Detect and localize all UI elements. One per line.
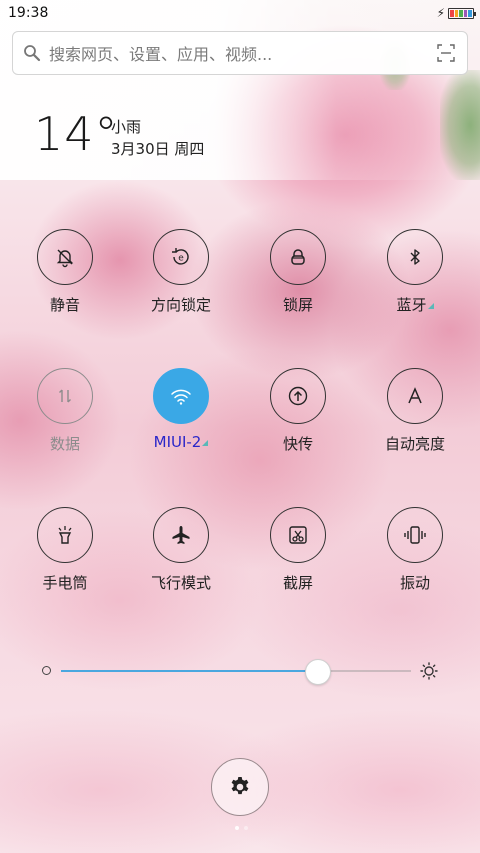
toggle-mute[interactable]: 静音 [15,229,115,315]
search-icon [24,45,41,62]
airplane-icon [153,507,209,563]
toggle-screenshot[interactable]: 截屏 [248,507,348,593]
toggle-label: 锁屏 [282,296,313,314]
battery-icon [448,7,476,19]
bluetooth-icon [387,229,443,285]
svg-text:e: e [178,254,184,264]
toggle-airplane-mode[interactable]: 飞行模式 [131,507,231,593]
data-arrows-icon [37,368,93,424]
page-dot-active [235,826,239,830]
toggle-label: 快传 [282,435,313,453]
weather-condition: 小雨 [111,118,142,136]
lock-icon [270,229,326,285]
brightness-low-icon [42,666,51,675]
vibrate-icon [387,507,443,563]
brightness-high-icon [420,662,438,680]
toggle-label: 蓝牙 [365,294,465,315]
brightness-slider-handle[interactable] [304,659,331,685]
toggle-vibrate[interactable]: 振动 [365,507,465,593]
brightness-slider[interactable] [61,659,411,685]
toggle-label: 振动 [399,574,430,592]
scan-icon[interactable] [437,44,455,62]
flashlight-icon [37,507,93,563]
status-icons: ⚡ [436,6,476,20]
more-triangle-icon [427,303,434,309]
toggle-wifi[interactable]: MIUI-2 [131,368,231,451]
toggle-label: 静音 [49,296,80,314]
toggle-auto-brightness[interactable]: 自动亮度 [365,368,465,454]
bell-off-icon [37,229,93,285]
settings-button[interactable] [211,758,269,816]
page-indicator [235,826,248,830]
toggle-label: 数据 [49,435,80,453]
search-bar[interactable]: 搜索网页、设置、应用、视频... [12,31,468,75]
toggle-rotation-lock[interactable]: e 方向锁定 [131,229,231,315]
brightness-slider-fill [61,670,317,672]
page-dot [244,826,248,830]
letter-a-icon [387,368,443,424]
toggle-label: 自动亮度 [384,435,445,453]
charging-icon: ⚡ [436,6,445,20]
toggle-quick-transfer[interactable]: 快传 [248,368,348,454]
scissors-icon [270,507,326,563]
toggle-bluetooth[interactable]: 蓝牙 [365,229,465,315]
toggle-label: MIUI-2 [131,433,231,451]
rotation-lock-icon: e [153,229,209,285]
toggle-lock-screen[interactable]: 锁屏 [248,229,348,315]
wifi-icon [153,368,209,424]
status-time: 19:38 [8,5,49,21]
weather-temperature: 14° [34,107,119,161]
toggle-label: 截屏 [282,574,313,592]
toggle-label: 手电筒 [42,574,88,592]
toggle-label: 飞行模式 [150,574,211,592]
weather-date: 3月30日 周四 [111,140,205,158]
search-input[interactable]: 搜索网页、设置、应用、视频... [49,41,437,65]
gear-icon [231,777,249,795]
toggle-flashlight[interactable]: 手电筒 [15,507,115,593]
toggle-label: 方向锁定 [150,296,211,314]
toggle-mobile-data[interactable]: 数据 [15,368,115,454]
status-bar: 19:38 ⚡ [0,0,480,26]
more-triangle-icon [202,440,209,446]
share-upload-icon [270,368,326,424]
